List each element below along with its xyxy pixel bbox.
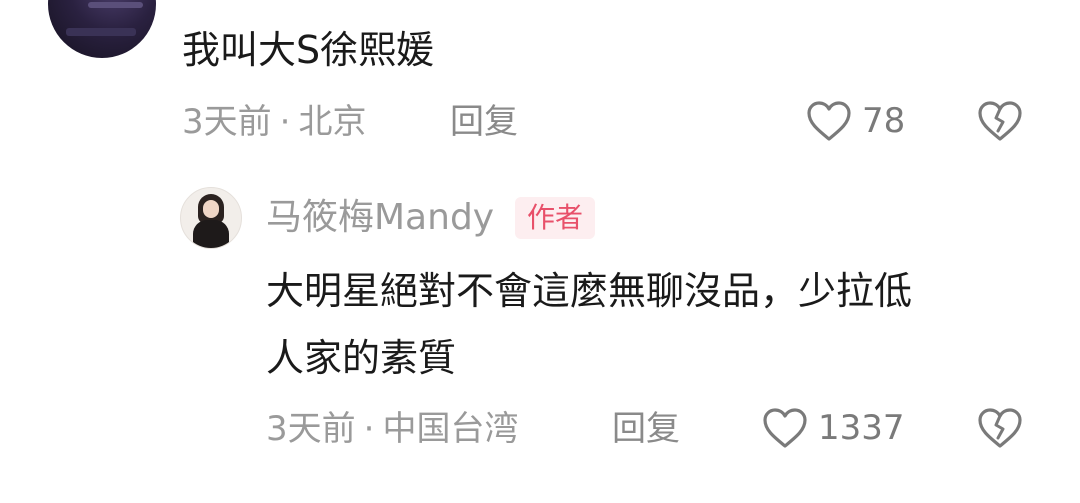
avatar-decoration	[66, 28, 136, 36]
comment-text: 我叫大S徐熙媛	[182, 28, 435, 72]
like-button[interactable]: 1337	[762, 407, 905, 449]
reply-meta: 3天前 · 中国台湾	[266, 409, 518, 449]
like-button[interactable]: 78	[806, 100, 905, 142]
author-avatar[interactable]	[180, 187, 242, 249]
separator-dot: ·	[363, 409, 375, 449]
heart-outline-icon	[763, 408, 807, 448]
author-name[interactable]: 马筱梅Mandy	[266, 195, 494, 241]
avatar-body	[193, 220, 229, 248]
reply-text-line1: 大明星絕對不會這麼無聊沒品，少拉低	[266, 269, 913, 313]
comment-time: 3天前	[182, 102, 272, 142]
reply-time: 3天前	[266, 409, 356, 449]
dislike-button[interactable]	[977, 100, 1023, 146]
author-badge: 作者	[515, 197, 596, 239]
heart-outline-icon	[807, 101, 851, 141]
like-count: 1337	[818, 408, 905, 448]
like-count: 78	[862, 101, 906, 141]
avatar-decoration	[88, 2, 143, 8]
reply-text-line2: 人家的素質	[266, 336, 457, 380]
reply-button[interactable]: 回复	[450, 102, 518, 142]
reply-button[interactable]: 回复	[612, 409, 680, 449]
reply-location: 中国台湾	[382, 409, 519, 449]
avatar-face	[203, 200, 219, 218]
dislike-button[interactable]	[977, 407, 1023, 453]
comment-location: 北京	[298, 102, 367, 142]
commenter-avatar[interactable]	[48, 0, 156, 58]
separator-dot: ·	[279, 102, 291, 142]
broken-heart-icon	[978, 408, 1022, 448]
broken-heart-icon	[978, 101, 1022, 141]
comment-meta: 3天前 · 北京	[182, 102, 366, 142]
